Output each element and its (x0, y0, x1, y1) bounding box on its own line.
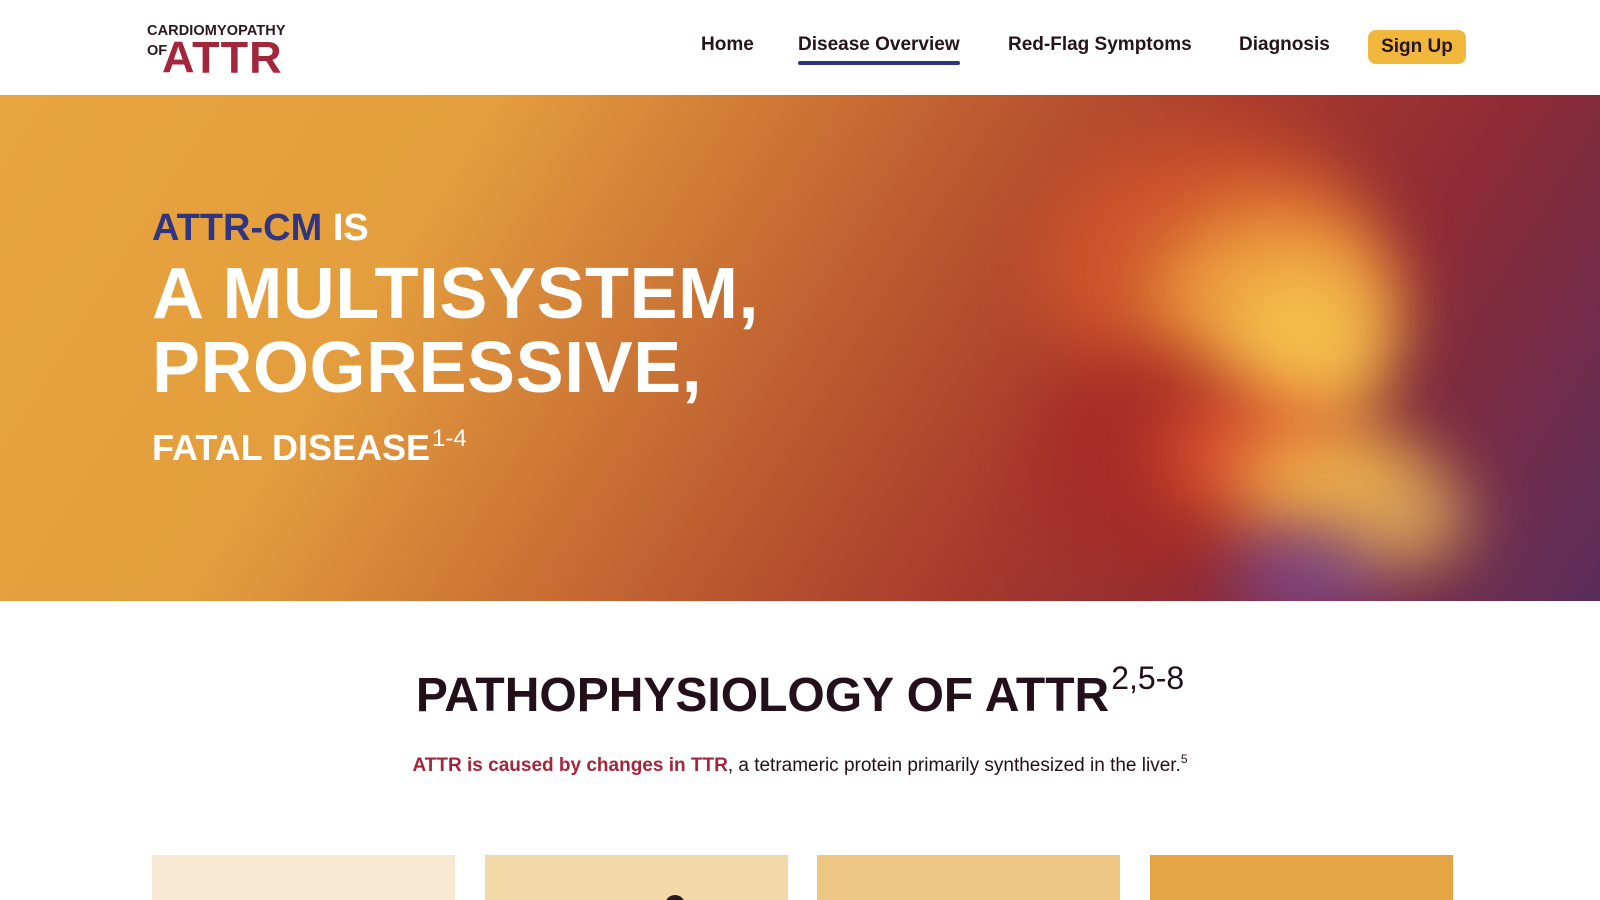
hero-banner: ATTR-CM IS A MULTISYSTEM, PROGRESSIVE, F… (0, 95, 1600, 601)
hero-line-3: PROGRESSIVE, (152, 328, 703, 408)
hero-line-1: ATTR-CM IS (152, 207, 369, 250)
site-logo[interactable]: CARDIOMYOPATHY OF ATTR (147, 21, 307, 81)
section-title-text: PATHOPHYSIOLOGY OF ATTR (415, 669, 1110, 722)
card-illustration (665, 895, 685, 900)
hero-line-4: FATAL DISEASE1-4 (152, 425, 467, 469)
section-subtitle-rest: , a tetrameric protein primarily synthes… (727, 755, 1181, 776)
pathophysiology-card-4 (1150, 855, 1453, 900)
hero-line-2: A MULTISYSTEM, (152, 254, 759, 334)
nav-disease-overview[interactable]: Disease Overview (798, 34, 960, 65)
section-subtitle-reference: 5 (1180, 752, 1188, 766)
section-title: PATHOPHYSIOLOGY OF ATTR2,5-8 (0, 660, 1600, 723)
nav-home[interactable]: Home (701, 34, 754, 56)
logo-attr-text: ATTR (162, 32, 283, 83)
pathophysiology-card-1 (152, 855, 455, 900)
hero-attr-cm: ATTR-CM (152, 207, 323, 249)
hero-reference: 1-4 (432, 425, 467, 452)
section-subtitle: ATTR is caused by changes in TTR, a tetr… (0, 752, 1600, 777)
sign-up-button[interactable]: Sign Up (1368, 30, 1466, 64)
section-title-reference: 2,5-8 (1111, 660, 1185, 696)
hero-is: IS (332, 207, 369, 249)
hero-fatal-disease: FATAL DISEASE (152, 427, 431, 468)
pathophysiology-card-2 (485, 855, 788, 900)
nav-red-flag-symptoms[interactable]: Red-Flag Symptoms (1008, 34, 1192, 56)
section-subtitle-highlight: ATTR is caused by changes in TTR (412, 755, 728, 776)
nav-diagnosis[interactable]: Diagnosis (1239, 34, 1330, 56)
site-header: CARDIOMYOPATHY OF ATTR Home Disease Over… (0, 0, 1600, 95)
hero-abstract-shape (1350, 475, 1470, 565)
pathophysiology-card-3 (817, 855, 1120, 900)
